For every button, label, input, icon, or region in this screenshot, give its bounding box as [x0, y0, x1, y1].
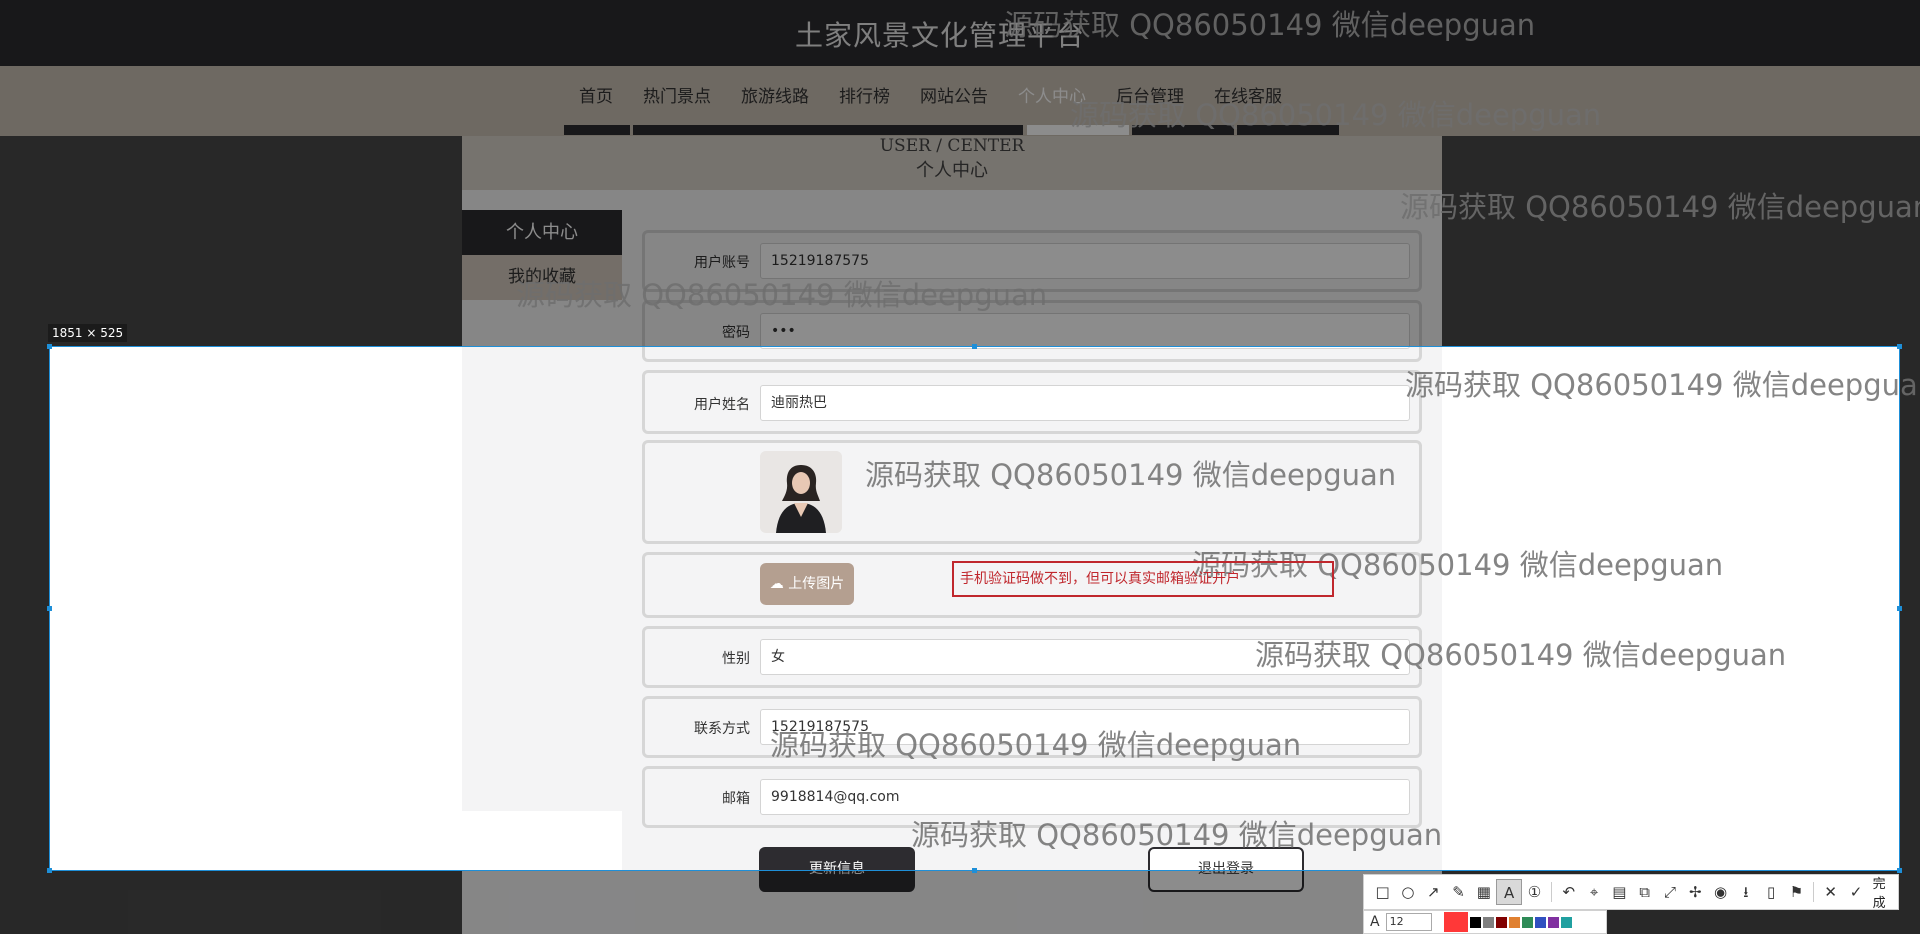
resize-handle[interactable]	[972, 344, 977, 349]
avatar-photo	[760, 451, 842, 533]
font-size-select[interactable]: 12	[1385, 913, 1432, 931]
watermark: 源码获取 QQ86050149 微信deepguan	[1400, 190, 1920, 224]
account-label: 用户账号	[694, 255, 750, 271]
upload-button-label: 上传图片	[788, 576, 845, 592]
nav-underline	[564, 125, 630, 135]
form-row-account: 用户账号 15219187575	[642, 230, 1422, 292]
arrow-icon[interactable]: ↗	[1421, 879, 1446, 905]
save-icon[interactable]: ⭳	[1733, 879, 1758, 905]
resize-handle[interactable]	[972, 868, 977, 873]
form-row-avatar	[642, 440, 1422, 544]
phone-icon[interactable]: ▯	[1758, 879, 1783, 905]
color-swatch[interactable]	[1469, 916, 1481, 928]
account-field[interactable]: 15219187575	[760, 243, 1410, 279]
nav-admin[interactable]: 后台管理	[1101, 82, 1199, 112]
banner-title-en: USER / CENTER	[879, 136, 1025, 156]
number-icon[interactable]: ①	[1522, 879, 1547, 905]
nav-underline-active	[1027, 125, 1129, 135]
sidebar-panel	[462, 300, 622, 822]
annotation-text-box[interactable]: 手机验证码做不到，但可以真实邮箱验证开户	[952, 561, 1334, 597]
sidebar-header[interactable]: 个人中心	[462, 210, 622, 255]
email-field[interactable]: 9918814@qq.com	[760, 779, 1410, 815]
form-row-password: 密码 •••	[642, 300, 1422, 362]
selection-blank-area	[1442, 347, 1899, 871]
logout-button[interactable]: 退出登录	[1148, 847, 1304, 892]
done-button[interactable]: 完成	[1873, 873, 1898, 911]
nav-announcements[interactable]: 网站公告	[905, 82, 1003, 112]
site-title: 土家风景文化管理平台	[794, 19, 1085, 52]
gender-label: 性别	[722, 651, 750, 667]
color-swatch[interactable]	[1560, 916, 1572, 928]
nav-user-center[interactable]: 个人中心	[1003, 82, 1101, 112]
cloud-upload-icon: ☁	[769, 576, 784, 592]
resize-handle[interactable]	[1897, 606, 1902, 611]
password-label: 密码	[722, 325, 750, 341]
text-style-bar: A 12	[1363, 910, 1607, 934]
main-nav: 首页 热门景点 旅游线路 排行榜 网站公告 个人中心 后台管理 在线客服	[0, 66, 1920, 136]
close-icon[interactable]: ✕	[1818, 879, 1843, 905]
form-row-phone: 联系方式 15219187575	[642, 696, 1422, 758]
undo-icon[interactable]: ↶	[1556, 879, 1581, 905]
phone-field[interactable]: 15219187575	[760, 709, 1410, 745]
ellipse-icon[interactable]: ○	[1395, 879, 1420, 905]
nav-ranking[interactable]: 排行榜	[824, 82, 905, 112]
avatar	[760, 451, 842, 533]
nav-underline	[1132, 125, 1234, 135]
nav-tour-routes[interactable]: 旅游线路	[726, 82, 824, 112]
resize-handle[interactable]	[47, 606, 52, 611]
nav-home[interactable]: 首页	[564, 82, 628, 112]
ocr-icon[interactable]: ▤	[1607, 879, 1632, 905]
selection-size-label: 1851 × 525	[48, 324, 128, 342]
long-screenshot-icon[interactable]: ⤢	[1657, 879, 1682, 905]
gender-field[interactable]: 女	[760, 639, 1410, 675]
pin-icon[interactable]: ⌖	[1581, 879, 1606, 905]
current-color-swatch[interactable]	[1443, 912, 1468, 932]
color-swatch[interactable]	[1521, 916, 1533, 928]
page-banner: USER / CENTER 个人中心	[462, 136, 1442, 190]
text-icon[interactable]: A	[1496, 879, 1522, 905]
check-icon[interactable]: ✓	[1843, 879, 1868, 905]
password-field[interactable]: •••	[760, 313, 1410, 349]
screenshot-toolbar: □ ○ ↗ ✎ ▦ A ① ↶ ⌖ ▤ ⧉ ⤢ ✢ ◉ ⭳ ▯ ⚑ ✕ ✓ 完成	[1363, 873, 1899, 911]
color-swatch[interactable]	[1495, 916, 1507, 928]
font-icon: A	[1370, 914, 1380, 930]
banner-title-cn: 个人中心	[916, 160, 988, 181]
mosaic-icon[interactable]: ▦	[1471, 879, 1496, 905]
resize-handle[interactable]	[47, 344, 52, 349]
color-swatch[interactable]	[1482, 916, 1494, 928]
phone-label: 联系方式	[694, 721, 750, 737]
color-swatch[interactable]	[1534, 916, 1546, 928]
nav-hot-spots[interactable]: 热门景点	[628, 82, 726, 112]
upload-image-button[interactable]: ☁ 上传图片	[760, 563, 854, 605]
thumbtack-icon[interactable]: ✢	[1683, 879, 1708, 905]
translate-icon[interactable]: ⧉	[1632, 879, 1657, 905]
form-row-name: 用户姓名 迪丽热巴	[642, 370, 1422, 434]
site-header: 土家风景文化管理平台	[0, 0, 1920, 66]
selection-blank-area	[49, 347, 462, 871]
sidebar: 个人中心 我的收藏	[462, 210, 622, 822]
form-row-gender: 性别 女	[642, 626, 1422, 688]
resize-handle[interactable]	[1897, 344, 1902, 349]
color-swatch[interactable]	[1547, 916, 1559, 928]
update-info-button[interactable]: 更新信息	[759, 847, 915, 892]
resize-handle[interactable]	[47, 868, 52, 873]
name-field[interactable]: 迪丽热巴	[760, 385, 1410, 421]
nav-underline	[1237, 125, 1339, 135]
name-label: 用户姓名	[694, 397, 750, 413]
rectangle-icon[interactable]: □	[1370, 879, 1395, 905]
nav-online-service[interactable]: 在线客服	[1199, 82, 1297, 112]
nav-underline	[633, 125, 1023, 135]
pen-icon[interactable]: ✎	[1446, 879, 1471, 905]
record-icon[interactable]: ◉	[1708, 879, 1733, 905]
color-swatch[interactable]	[1508, 916, 1520, 928]
form-row-email: 邮箱 9918814@qq.com	[642, 766, 1422, 828]
sidebar-item-favorites[interactable]: 我的收藏	[462, 255, 622, 300]
selection-blank-area	[462, 811, 622, 871]
email-label: 邮箱	[722, 791, 750, 807]
bookmark-icon[interactable]: ⚑	[1784, 879, 1809, 905]
